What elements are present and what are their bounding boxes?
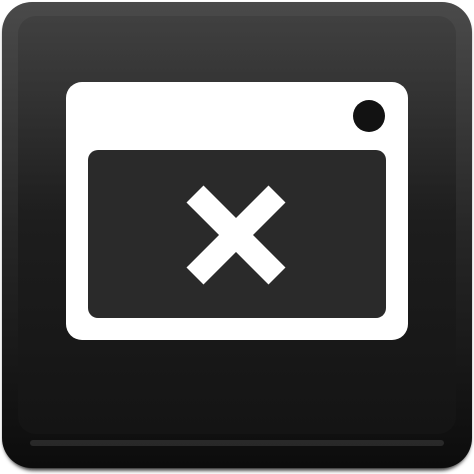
window-close-button[interactable] bbox=[0, 0, 474, 474]
button-lip bbox=[30, 440, 444, 446]
icon-canvas bbox=[0, 0, 474, 474]
title-dot bbox=[353, 100, 385, 132]
close-window-icon bbox=[66, 82, 408, 340]
